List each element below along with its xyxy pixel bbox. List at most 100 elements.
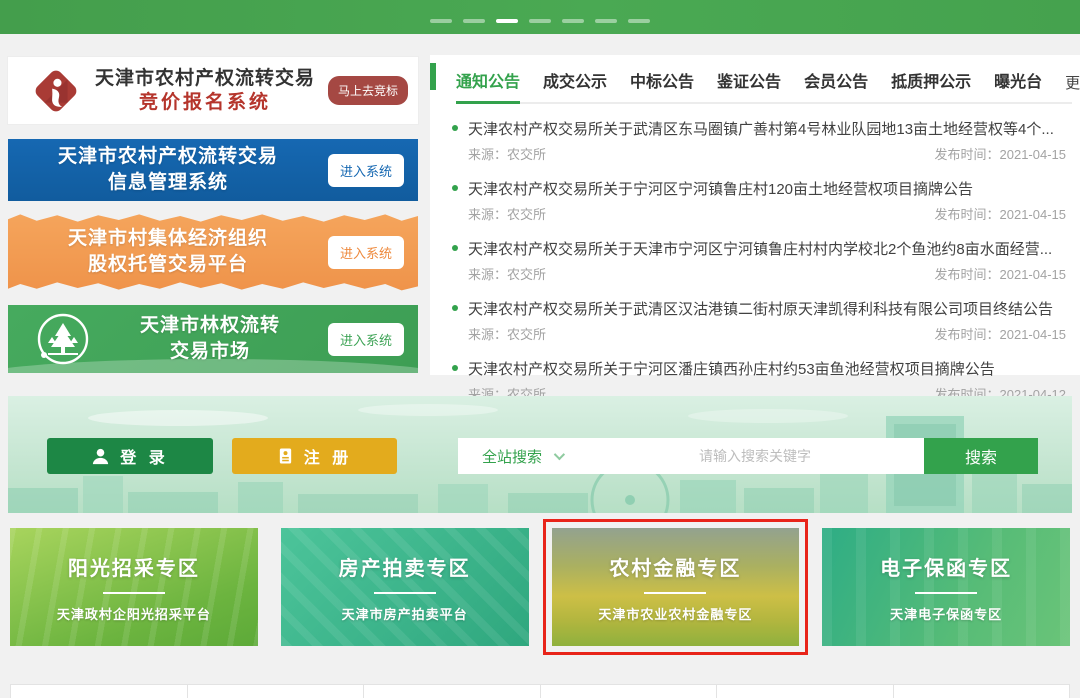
- notice-title[interactable]: 天津农村产权交易所关于宁河区宁河镇鲁庄村120亩土地经营权项目摘牌公告: [468, 178, 973, 199]
- forest-card-line2: 交易市场: [92, 339, 328, 365]
- table-cell: [541, 684, 718, 698]
- tab-notice-announcements[interactable]: 通知公告: [456, 68, 520, 104]
- user-icon: [91, 447, 110, 466]
- tab-exposure[interactable]: 曝光台: [994, 68, 1042, 104]
- forest-card-title: 天津市林权流转 交易市场: [92, 313, 328, 364]
- info-system-card[interactable]: 天津市农村产权流转交易 信息管理系统 进入系统: [8, 139, 418, 201]
- equity-enter-button[interactable]: 进入系统: [328, 236, 404, 269]
- hero-carousel[interactable]: [0, 0, 1080, 34]
- notice-source: 来源：农交所: [468, 264, 546, 283]
- register-label: 注 册: [304, 444, 352, 468]
- sidebar: 天津市农村产权流转交易 竞价报名系统 马上去竞标 天津市农村产权流转交易 信息管…: [8, 57, 418, 373]
- equity-card-title: 天津市村集体经济组织 股权托管交易平台: [8, 226, 328, 277]
- carousel-dot-active[interactable]: [496, 19, 518, 23]
- carousel-dot[interactable]: [529, 19, 551, 23]
- info-card-title: 天津市农村产权流转交易 信息管理系统: [8, 144, 328, 195]
- tab-authentication[interactable]: 鉴证公告: [717, 68, 781, 104]
- carousel-dot[interactable]: [463, 19, 485, 23]
- search-button[interactable]: 搜索: [924, 438, 1038, 474]
- go-bid-button[interactable]: 马上去竞标: [328, 76, 408, 105]
- notice-source: 来源：农交所: [468, 324, 546, 343]
- notice-tabbar: 通知公告 成交公示 中标公告 鉴证公告 会员公告 抵质押公示 曝光台 更多▶: [456, 55, 1072, 104]
- bidding-card-title-line2: 竞价报名系统: [82, 91, 328, 115]
- more-label: 更多: [1065, 75, 1080, 92]
- bullet-icon: [452, 185, 458, 191]
- chevron-down-icon: [554, 449, 565, 460]
- table-cell: [717, 684, 894, 698]
- bullet-icon: [452, 365, 458, 371]
- equity-card-line2: 股权托管交易平台: [8, 252, 328, 278]
- tab-winning-bid[interactable]: 中标公告: [630, 68, 694, 104]
- notice-title[interactable]: 天津农村产权交易所关于武清区东马圈镇广善村第4号林业队园地13亩土地经营权等4个…: [468, 118, 1054, 139]
- zone-subtitle: 天津电子保函专区: [890, 604, 1002, 623]
- login-button[interactable]: 登 录: [47, 438, 213, 474]
- zone-subtitle: 天津政村企阳光招采平台: [57, 604, 211, 623]
- notice-list: 天津农村产权交易所关于武清区东马圈镇广善村第4号林业队园地13亩土地经营权等4个…: [430, 104, 1080, 410]
- zone-subtitle: 天津市农业农村金融专区: [598, 604, 752, 623]
- bullet-icon: [452, 245, 458, 251]
- bullet-icon: [452, 125, 458, 131]
- notice-title[interactable]: 天津农村产权交易所关于天津市宁河区宁河镇鲁庄村村内学校北2个鱼池约8亩水面经营.…: [468, 238, 1052, 259]
- tab-deal-publicity[interactable]: 成交公示: [543, 68, 607, 104]
- notice-date: 发布时间：2021-04-15: [934, 144, 1066, 163]
- list-item[interactable]: 天津农村产权交易所关于武清区东马圈镇广善村第4号林业队园地13亩土地经营权等4个…: [450, 110, 1068, 170]
- zone-title: 农村金融专区: [609, 552, 741, 581]
- search-scope-label: 全站搜索: [482, 446, 542, 467]
- list-item[interactable]: 天津农村产权交易所关于宁河区宁河镇鲁庄村120亩土地经营权项目摘牌公告 来源：农…: [450, 170, 1068, 230]
- zone-card-rural-finance[interactable]: 农村金融专区 天津市农业农村金融专区: [552, 528, 800, 646]
- bidding-card-title-line1: 天津市农村产权流转交易: [82, 67, 328, 91]
- bullet-icon: [452, 305, 458, 311]
- zone-title: 房产拍卖专区: [339, 552, 471, 581]
- site-logo-icon: [30, 65, 82, 117]
- list-item[interactable]: 天津农村产权交易所关于天津市宁河区宁河镇鲁庄村村内学校北2个鱼池约8亩水面经营.…: [450, 230, 1068, 290]
- login-label: 登 录: [120, 444, 168, 468]
- zone-card-property-auction[interactable]: 房产拍卖专区 天津市房产拍卖平台: [281, 528, 529, 646]
- notice-panel: 通知公告 成交公示 中标公告 鉴证公告 会员公告 抵质押公示 曝光台 更多▶ 天…: [430, 55, 1080, 375]
- carousel-dot[interactable]: [562, 19, 584, 23]
- notice-title[interactable]: 天津农村产权交易所关于宁河区潘庄镇西孙庄村约53亩鱼池经营权项目摘牌公告: [468, 358, 995, 379]
- notice-source: 来源：农交所: [468, 144, 546, 163]
- equity-platform-card[interactable]: 天津市村集体经济组织 股权托管交易平台 进入系统: [8, 212, 418, 292]
- notice-date: 发布时间：2021-04-15: [934, 324, 1066, 343]
- table-cell: [894, 684, 1071, 698]
- zone-title: 阳光招采专区: [68, 552, 200, 581]
- search-input[interactable]: [586, 438, 924, 474]
- info-card-line2: 信息管理系统: [8, 170, 328, 196]
- search-bar: 全站搜索 搜索: [458, 438, 1038, 474]
- table-cell: [188, 684, 365, 698]
- table-cell: [364, 684, 541, 698]
- bottom-grid-row: [10, 684, 1070, 698]
- list-item[interactable]: 天津农村产权交易所关于武清区汉沽港镇二街村原天津凯得利科技有限公司项目终结公告 …: [450, 290, 1068, 350]
- zone-title: 电子保函专区: [880, 552, 1012, 581]
- zone-card-electronic-guarantee[interactable]: 电子保函专区 天津电子保函专区: [822, 528, 1070, 646]
- more-link[interactable]: 更多▶: [1065, 72, 1080, 102]
- table-cell: [10, 684, 188, 698]
- equity-card-line1: 天津市村集体经济组织: [8, 226, 328, 252]
- register-button[interactable]: 注 册: [232, 438, 397, 474]
- info-card-line1: 天津市农村产权流转交易: [8, 144, 328, 170]
- notice-title[interactable]: 天津农村产权交易所关于武清区汉沽港镇二街村原天津凯得利科技有限公司项目终结公告: [468, 298, 1053, 319]
- carousel-dot[interactable]: [430, 19, 452, 23]
- info-enter-button[interactable]: 进入系统: [328, 154, 404, 187]
- zone-divider: [644, 592, 706, 594]
- zone-card-sunshine-procurement[interactable]: 阳光招采专区 天津政村企阳光招采平台: [10, 528, 258, 646]
- tab-accent-bar: [430, 63, 436, 90]
- bidding-system-card[interactable]: 天津市农村产权流转交易 竞价报名系统 马上去竞标: [8, 57, 418, 124]
- tab-mortgage-publicity[interactable]: 抵质押公示: [891, 68, 971, 104]
- id-card-icon: [277, 447, 294, 465]
- notice-date: 发布时间：2021-04-15: [934, 264, 1066, 283]
- zone-divider: [374, 592, 436, 594]
- forest-market-card[interactable]: 天津市林权流转 交易市场 进入系统: [8, 305, 418, 373]
- forest-enter-button[interactable]: 进入系统: [328, 323, 404, 356]
- forest-tree-icon: [34, 310, 92, 368]
- carousel-dot[interactable]: [628, 19, 650, 23]
- carousel-dot[interactable]: [595, 19, 617, 23]
- zone-cards: 阳光招采专区 天津政村企阳光招采平台 房产拍卖专区 天津市房产拍卖平台 农村金融…: [10, 528, 1070, 646]
- search-scope-select[interactable]: 全站搜索: [458, 438, 586, 474]
- page: 天津市农村产权流转交易 竞价报名系统 马上去竞标 天津市农村产权流转交易 信息管…: [0, 0, 1080, 698]
- tab-member-announcements[interactable]: 会员公告: [804, 68, 868, 104]
- login-search-banner: 登 录 注 册 全站搜索 搜索: [8, 396, 1072, 513]
- notice-source: 来源：农交所: [468, 204, 546, 223]
- forest-card-line1: 天津市林权流转: [92, 313, 328, 339]
- carousel-dots: [0, 19, 1080, 23]
